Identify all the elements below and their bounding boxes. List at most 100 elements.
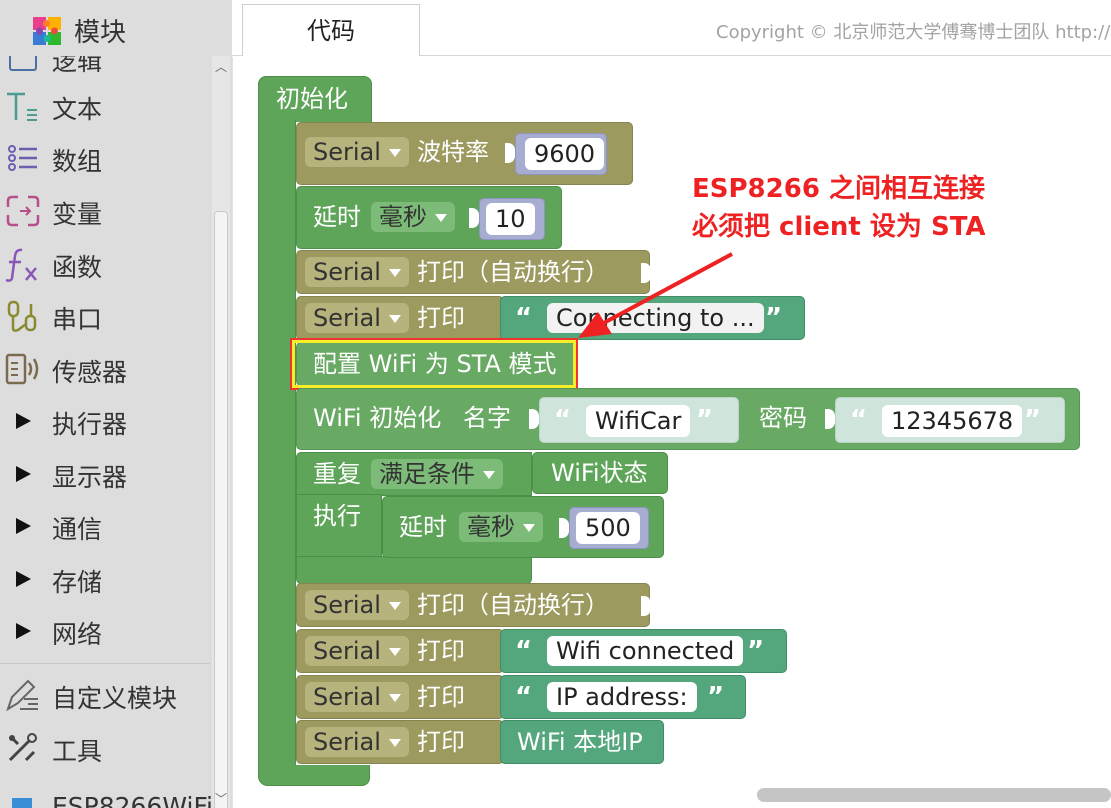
print-label: 打印 xyxy=(417,304,465,332)
number-block[interactable]: 10 xyxy=(479,198,545,240)
sidebar-header: 模块 xyxy=(0,0,232,56)
text-block[interactable]: “ Wifi connected ” xyxy=(500,629,787,673)
sidebar-item-communication[interactable]: 通信 xyxy=(0,502,210,550)
chevron-down-icon xyxy=(388,315,401,323)
open-quote-icon: “ xyxy=(515,682,533,712)
serial-dropdown[interactable]: Serial xyxy=(305,636,409,666)
puzzle-logo-icon xyxy=(33,17,61,45)
sidebar-scrollbar-thumb[interactable] xyxy=(214,211,228,808)
wifi-init-block[interactable]: WiFi 初始化 名字 “ WifiCar ” 密码 “ 12345678 ” xyxy=(296,388,1080,450)
number-block[interactable]: 9600 xyxy=(515,133,607,175)
delay-unit-dropdown[interactable]: 毫秒 xyxy=(459,512,543,542)
text-icon xyxy=(7,92,37,121)
number-block[interactable]: 500 xyxy=(569,507,649,549)
scroll-down-icon[interactable]: ﹀ xyxy=(214,790,228,807)
serial-dropdown[interactable]: Serial xyxy=(305,727,409,757)
serial-dropdown[interactable]: Serial xyxy=(305,137,409,167)
serial-dropdown[interactable]: Serial xyxy=(305,257,409,287)
sidebar-item-tools[interactable]: 工具 xyxy=(0,724,210,772)
serial-print-block[interactable]: Serial 打印 xyxy=(296,675,504,719)
sidebar-scrollbar[interactable]: ︿ ﹀ xyxy=(212,56,230,808)
ssid-field[interactable]: WifiCar xyxy=(586,405,691,437)
sidebar-item-function[interactable]: 函数 xyxy=(0,240,210,288)
workspace-horizontal-scrollbar[interactable] xyxy=(757,788,1111,802)
text-block[interactable]: “ IP address: ” xyxy=(500,675,746,719)
sidebar-item-list[interactable]: 数组 xyxy=(0,134,210,182)
close-quote-icon: ” xyxy=(707,682,725,712)
sidebar-item-label: ESP8266WiFi xyxy=(52,792,213,808)
delay-block[interactable]: 延时 毫秒 10 xyxy=(296,186,562,249)
text-block[interactable]: “ Connecting to ... ” xyxy=(500,296,805,340)
custom-module-icon xyxy=(6,679,38,712)
ip-label-text-field[interactable]: IP address: xyxy=(547,682,697,712)
sidebar-item-label: 显示器 xyxy=(52,463,128,492)
sidebar-item-label: 数组 xyxy=(52,147,103,176)
serial-dropdown[interactable]: Serial xyxy=(305,682,409,712)
ssid-text-block[interactable]: “ WifiCar ” xyxy=(539,397,739,443)
block-category-sidebar: 逻辑 模块 文本 数组 变量 函数 串口 传感器 执行器 显示器 通信 存储 网… xyxy=(0,0,232,808)
app-window: 逻辑 模块 文本 数组 变量 函数 串口 传感器 执行器 显示器 通信 存储 网… xyxy=(0,0,1111,808)
wifi-status-block[interactable]: WiFi状态 xyxy=(532,452,668,494)
sidebar-item-label: 函数 xyxy=(52,253,103,282)
sidebar-item-label: 变量 xyxy=(52,200,103,229)
serial-dropdown[interactable]: Serial xyxy=(305,590,409,620)
repeat-block-header[interactable]: 重复 满足条件 xyxy=(296,452,532,496)
sidebar-item-actuator[interactable]: 执行器 xyxy=(0,397,210,445)
serial-println-block[interactable]: Serial 打印（自动换行） xyxy=(296,250,651,294)
chevron-down-icon xyxy=(388,694,401,702)
println-label: 打印（自动换行） xyxy=(417,591,609,619)
sidebar-item-display[interactable]: 显示器 xyxy=(0,450,210,498)
password-text-block[interactable]: “ 12345678 ” xyxy=(835,397,1065,443)
expand-triangle-icon xyxy=(16,571,31,587)
sidebar-item-network[interactable]: 网络 xyxy=(0,607,210,655)
delay-label: 延时 xyxy=(399,513,447,541)
repeat-mode-dropdown[interactable]: 满足条件 xyxy=(371,459,503,489)
inner-delay-block[interactable]: 延时 毫秒 500 xyxy=(382,496,664,558)
wifi-init-label: WiFi 初始化 xyxy=(313,404,442,432)
sidebar-item-text[interactable]: 文本 xyxy=(0,82,210,130)
expand-triangle-icon xyxy=(16,413,31,429)
open-quote-icon: “ xyxy=(515,303,533,333)
do-label: 执行 xyxy=(313,502,361,530)
print-label: 打印 xyxy=(417,637,465,665)
ssid-label: 名字 xyxy=(463,404,511,432)
sidebar-item-sensor[interactable]: 传感器 xyxy=(0,345,210,393)
delay-value-field[interactable]: 500 xyxy=(576,512,640,544)
setup-block-header[interactable]: 初始化 xyxy=(258,76,372,122)
sidebar-item-esp8266wifi[interactable]: ESP8266WiFi xyxy=(0,784,213,808)
serial-println-block[interactable]: Serial 打印（自动换行） xyxy=(296,583,651,627)
password-field[interactable]: 12345678 xyxy=(882,405,1023,437)
close-quote-icon: ” xyxy=(1024,405,1042,435)
sidebar-item-label: 存储 xyxy=(52,568,103,597)
serial-baud-block[interactable]: Serial 波特率 9600 xyxy=(296,122,633,185)
serial-print-block[interactable]: Serial 打印 xyxy=(296,629,504,673)
chevron-down-icon xyxy=(435,214,447,222)
delay-unit-dropdown[interactable]: 毫秒 xyxy=(371,202,455,232)
chevron-down-icon xyxy=(388,602,401,610)
serial-print-block[interactable]: Serial 打印 xyxy=(296,296,504,340)
sidebar-item-label: 自定义模块 xyxy=(52,684,178,713)
input-socket xyxy=(825,409,835,429)
baud-value-field[interactable]: 9600 xyxy=(525,138,605,170)
serial-print-block[interactable]: Serial 打印 xyxy=(296,720,504,764)
sidebar-item-storage[interactable]: 存储 xyxy=(0,555,210,603)
sensor-icon xyxy=(5,353,39,385)
sidebar-item-custom-module[interactable]: 自定义模块 xyxy=(0,671,210,719)
open-quote-icon: “ xyxy=(554,405,572,435)
println-label: 打印（自动换行） xyxy=(417,258,609,286)
local-ip-block[interactable]: WiFi 本地IP xyxy=(500,720,664,764)
setup-block-label: 初始化 xyxy=(276,85,348,113)
delay-value-field[interactable]: 10 xyxy=(486,203,535,235)
sidebar-item-serial[interactable]: 串口 xyxy=(0,292,210,340)
setup-block-footer xyxy=(258,765,370,786)
serial-dropdown[interactable]: Serial xyxy=(305,303,409,333)
connecting-text-field[interactable]: Connecting to ... xyxy=(547,303,764,333)
scroll-up-icon[interactable]: ︿ xyxy=(214,58,228,75)
tab-code[interactable]: 代码 xyxy=(242,4,420,56)
repeat-block-footer xyxy=(296,556,532,584)
annotation-note: ESP8266 之间相互连接 必须把 client 设为 STA xyxy=(692,170,986,246)
sidebar-item-variable[interactable]: 变量 xyxy=(0,187,210,235)
sidebar-divider xyxy=(0,663,210,664)
chevron-down-icon xyxy=(388,149,401,157)
connected-text-field[interactable]: Wifi connected xyxy=(547,636,744,666)
